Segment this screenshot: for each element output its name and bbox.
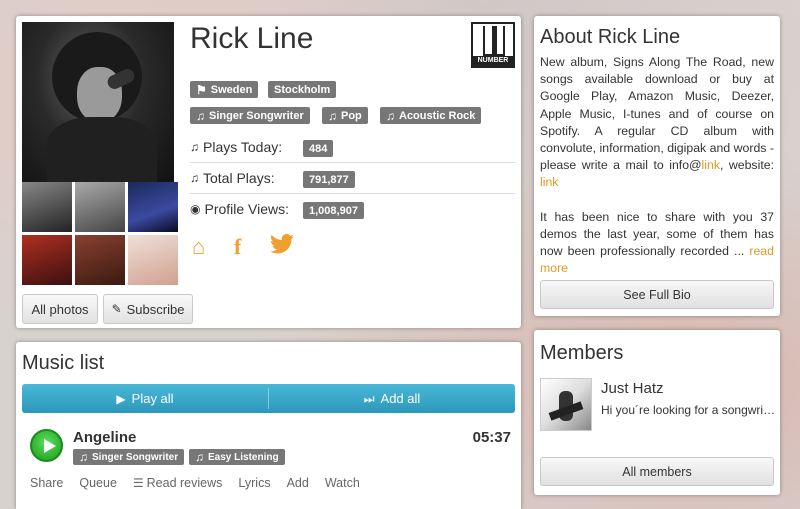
song-duration: 05:37 [472, 429, 511, 446]
member-name[interactable]: Just Hatz [601, 380, 664, 397]
artist-main-photo[interactable] [22, 22, 174, 182]
song-actions: Share Queue ☰ Read reviews Lyrics Add Wat… [30, 476, 360, 490]
artist-profile-panel: All photos ✎ Subscribe Rick Line NUMBER … [16, 16, 521, 328]
music-note-icon: ♫ [328, 108, 337, 123]
song-genre-tag[interactable]: ♫ Easy Listening [189, 449, 285, 465]
flag-icon: ⚑ [196, 82, 207, 97]
photo-thumbnail[interactable] [128, 182, 178, 232]
divider [190, 193, 515, 194]
watch-action[interactable]: Watch [325, 476, 360, 490]
eye-icon: ◉ [190, 202, 201, 216]
music-note-icon: ♫ [79, 450, 88, 464]
about-text: New album, Signs Along The Road, new son… [540, 55, 774, 276]
about-panel: About Rick Line New album, Signs Along T… [534, 16, 780, 316]
subscribe-label: Subscribe [126, 301, 185, 317]
lyrics-action[interactable]: Lyrics [238, 476, 270, 490]
play-song-button[interactable] [30, 429, 63, 462]
list-icon: ☰ [132, 476, 144, 490]
pencil-icon: ✎ [111, 302, 122, 316]
photo-thumbnail[interactable] [128, 235, 178, 285]
skip-icon: ⏭ [363, 391, 375, 406]
photo-thumbnail[interactable] [75, 235, 125, 285]
plays-today-value: 484 [303, 140, 334, 157]
all-photos-label: All photos [31, 301, 89, 317]
genre-tag[interactable]: ♫ Pop [322, 107, 368, 124]
profile-views-value: 1,008,907 [303, 202, 364, 219]
share-action[interactable]: Share [30, 476, 63, 490]
song-genre-tag[interactable]: ♫ Singer Songwriter [73, 449, 185, 465]
members-panel: Members Just Hatz Hi you´re looking for … [534, 330, 780, 495]
music-note-icon: ♫ [196, 108, 205, 123]
play-controls-bar: ▶ Play all ⏭ Add all [22, 384, 515, 413]
music-note-icon: ♫ [195, 450, 204, 464]
add-all-button[interactable]: ⏭ Add all [269, 384, 515, 413]
artist-name: Rick Line [190, 22, 314, 55]
twitter-icon[interactable] [270, 234, 294, 260]
read-reviews-action[interactable]: ☰ Read reviews [133, 476, 223, 490]
play-icon: ▶ [116, 391, 126, 406]
see-full-bio-button[interactable]: See Full Bio [540, 280, 774, 309]
genre-tag[interactable]: ♫ Acoustic Rock [380, 107, 482, 124]
music-note-icon: ♫ [190, 140, 199, 154]
song-title[interactable]: Angeline [73, 429, 136, 446]
photo-thumbnail[interactable] [75, 182, 125, 232]
all-members-button[interactable]: All members [540, 457, 774, 486]
about-title: About Rick Line [540, 26, 681, 48]
photo-thumbnail[interactable] [22, 235, 72, 285]
all-photos-button[interactable]: All photos [22, 294, 98, 324]
members-title: Members [540, 342, 624, 364]
number-logo: NUMBER [471, 22, 515, 68]
genre-tag[interactable]: ♫ Singer Songwriter [190, 107, 310, 124]
music-list-panel: Music list ▶ Play all ⏭ Add all Angeline… [16, 342, 521, 509]
website-link[interactable]: link [540, 175, 558, 189]
home-icon[interactable]: ⌂ [192, 234, 205, 260]
play-all-button[interactable]: ▶ Play all [22, 384, 268, 413]
photo-thumbnails [22, 182, 178, 285]
plays-today-label: ♫ Plays Today: [190, 139, 283, 155]
photo-thumbnail[interactable] [22, 182, 72, 232]
member-description: Hi you´re looking for a songwriter... [601, 403, 776, 417]
facebook-icon[interactable]: f [234, 234, 241, 260]
add-action[interactable]: Add [287, 476, 309, 490]
subscribe-button[interactable]: ✎ Subscribe [103, 294, 193, 324]
profile-views-label: ◉ Profile Views: [190, 201, 290, 217]
member-avatar[interactable] [540, 378, 592, 431]
divider [190, 162, 515, 163]
queue-action[interactable]: Queue [79, 476, 117, 490]
location-tag-city[interactable]: Stockholm [268, 81, 337, 98]
music-list-title: Music list [22, 352, 105, 374]
music-note-icon: ♫ [386, 108, 395, 123]
total-plays-label: ♫ Total Plays: [190, 170, 275, 186]
location-tag-country[interactable]: ⚑ Sweden [190, 81, 259, 98]
music-note-icon: ♫ [190, 171, 199, 185]
total-plays-value: 791,877 [303, 171, 355, 188]
email-link[interactable]: link [702, 158, 720, 172]
